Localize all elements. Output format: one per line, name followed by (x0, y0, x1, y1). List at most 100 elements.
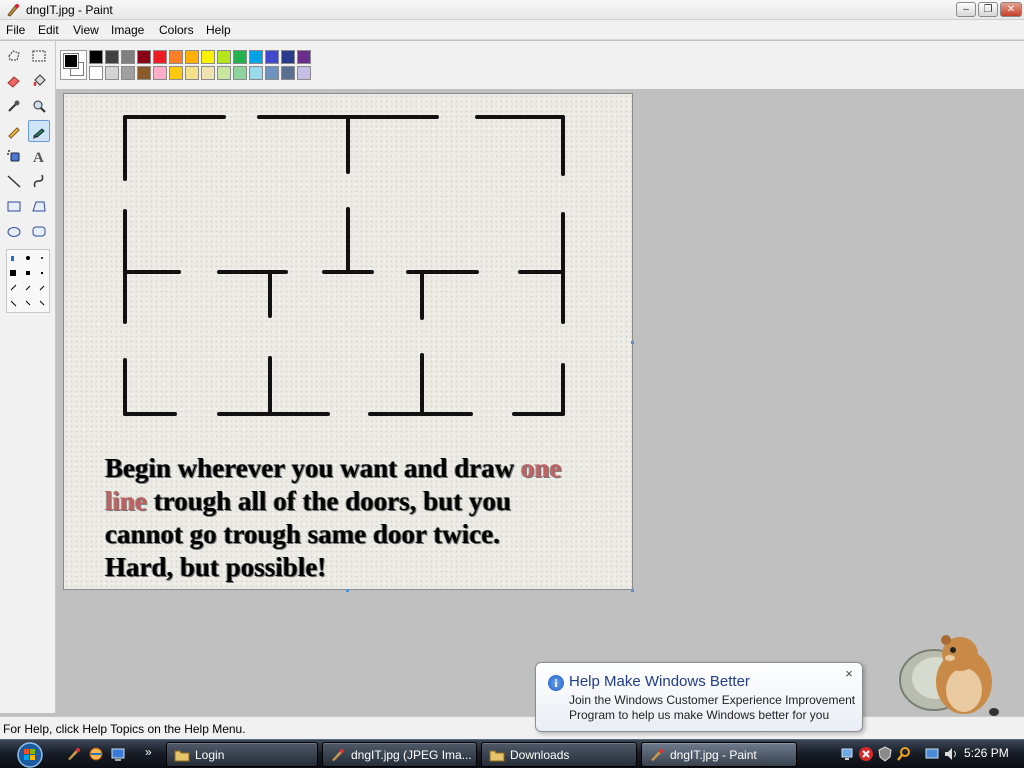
paint-bucket-icon (33, 74, 46, 86)
palette-swatch[interactable] (217, 66, 231, 80)
brush-icon (33, 128, 45, 139)
eraser-icon (7, 76, 20, 88)
maximize-button[interactable]: ❐ (978, 2, 998, 17)
palette-swatch[interactable] (89, 66, 103, 80)
text-icon: A (33, 150, 44, 164)
instruction-line4: Hard, but possible! (105, 552, 327, 582)
clock[interactable]: 5:26 PM (964, 746, 1009, 760)
menu-bar: File Edit View Image Colors Help (0, 20, 1024, 40)
pencil-icon (8, 127, 20, 139)
security-alert-icon[interactable] (858, 746, 874, 762)
magnifier-tool[interactable] (28, 95, 50, 117)
quick-launch-paint-icon[interactable] (66, 746, 82, 762)
display-icon[interactable] (924, 746, 940, 762)
palette-swatch[interactable] (233, 66, 247, 80)
free-form-select-tool[interactable] (3, 45, 25, 67)
taskbar-button-jpeg-viewer[interactable]: dngIT.jpg (JPEG Ima... (322, 742, 477, 767)
line-icon (7, 175, 21, 188)
taskbar-button-label: dngIT.jpg (JPEG Ima... (351, 748, 472, 762)
palette-swatch[interactable] (249, 66, 263, 80)
desktop-hamster-gadget (899, 635, 999, 716)
taskbar-button-login[interactable]: Login (166, 742, 318, 767)
instruction-line2: trough all of the doors, but you (147, 486, 512, 516)
palette-swatch[interactable] (185, 50, 199, 64)
quick-launch-show-desktop-icon[interactable] (110, 746, 126, 762)
drawing-canvas[interactable]: Begin wherever you want and draw one lin… (63, 93, 633, 590)
menu-file[interactable]: File (6, 23, 25, 37)
quick-launch-overflow[interactable]: » (145, 745, 152, 759)
palette-swatch[interactable] (153, 50, 167, 64)
menu-image[interactable]: Image (111, 23, 144, 37)
instruction-highlight-one: one (521, 453, 562, 483)
resize-handle-bottom[interactable] (346, 589, 349, 592)
palette-swatch[interactable] (89, 50, 103, 64)
ellipse-tool[interactable] (3, 220, 25, 242)
palette-swatch[interactable] (121, 50, 135, 64)
line-tool[interactable] (3, 170, 25, 192)
pencil-tool[interactable] (3, 120, 25, 142)
eraser-tool[interactable] (3, 70, 25, 92)
network-icon[interactable] (839, 746, 855, 762)
rounded-rectangle-tool[interactable] (28, 220, 50, 242)
brush-tool[interactable] (28, 120, 50, 142)
polygon-tool[interactable] (28, 195, 50, 217)
current-colors[interactable] (60, 50, 87, 80)
palette-swatch[interactable] (121, 66, 135, 80)
workspace: Begin wherever you want and draw one lin… (57, 89, 1024, 713)
taskbar-button-downloads[interactable]: Downloads (481, 742, 637, 767)
palette-swatch[interactable] (169, 50, 183, 64)
rectangle-tool[interactable] (3, 195, 25, 217)
palette-swatch[interactable] (153, 66, 167, 80)
palette-swatch[interactable] (137, 50, 151, 64)
palette-swatch[interactable] (265, 50, 279, 64)
taskbar-button-paint[interactable]: dngIT.jpg - Paint (641, 742, 797, 767)
menu-help[interactable]: Help (206, 23, 231, 37)
text-tool[interactable]: A (28, 145, 50, 167)
pick-color-tool[interactable] (3, 95, 25, 117)
palette-swatch[interactable] (201, 50, 215, 64)
close-button[interactable]: ✕ (1000, 2, 1022, 17)
menu-edit[interactable]: Edit (38, 23, 59, 37)
balloon-body: Join the Windows Customer Experience Imp… (569, 693, 856, 722)
palette-swatch[interactable] (185, 66, 199, 80)
palette-swatch[interactable] (297, 50, 311, 64)
palette-swatch[interactable] (265, 66, 279, 80)
palette-swatch[interactable] (105, 66, 119, 80)
minimize-button[interactable]: – (956, 2, 976, 17)
start-button[interactable] (6, 740, 46, 768)
palette-swatch[interactable] (233, 50, 247, 64)
notification-balloon[interactable]: i Help Make Windows Better Join the Wind… (535, 662, 863, 732)
palette-swatch[interactable] (281, 50, 295, 64)
balloon-close-button[interactable]: × (842, 667, 856, 681)
palette-swatch[interactable] (169, 66, 183, 80)
palette-swatch[interactable] (201, 66, 215, 80)
select-tool[interactable] (28, 45, 50, 67)
fill-tool[interactable] (28, 70, 50, 92)
magnifier-icon (33, 100, 46, 113)
volume-icon[interactable] (943, 746, 959, 762)
brush-shape-options[interactable] (6, 249, 50, 313)
palette-swatch[interactable] (249, 50, 263, 64)
folder-icon (174, 750, 190, 762)
menu-view[interactable]: View (73, 23, 99, 37)
airbrush-tool[interactable] (3, 145, 25, 167)
curve-tool[interactable] (28, 170, 50, 192)
resize-handle-right[interactable] (631, 341, 634, 344)
menu-colors[interactable]: Colors (159, 23, 194, 37)
palette-swatch[interactable] (297, 66, 311, 80)
palette-swatch[interactable] (217, 50, 231, 64)
palette-swatch[interactable] (281, 66, 295, 80)
select-icon (32, 50, 46, 62)
foreground-color-swatch[interactable] (63, 53, 79, 69)
polygon-icon (32, 201, 46, 212)
search-icon[interactable] (896, 746, 912, 762)
free-form-select-icon (8, 50, 20, 61)
palette-swatch[interactable] (137, 66, 151, 80)
defender-icon[interactable] (877, 746, 893, 762)
instruction-line3: cannot go trough same door twice. (105, 519, 500, 549)
window-title: dngIT.jpg - Paint (26, 3, 113, 17)
palette-swatch[interactable] (105, 50, 119, 64)
quick-launch-browser-icon[interactable] (88, 746, 104, 762)
paint-icon (332, 749, 344, 761)
resize-handle-corner[interactable] (631, 589, 634, 592)
